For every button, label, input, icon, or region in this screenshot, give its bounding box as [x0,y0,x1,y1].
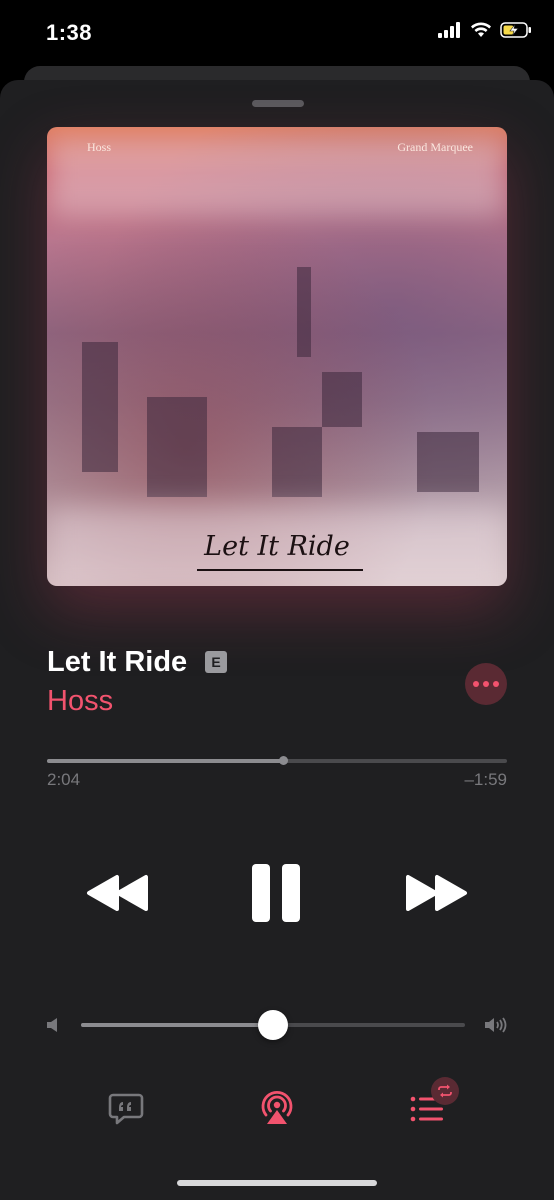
lyrics-icon [108,1093,144,1125]
artwork-building [82,342,118,472]
repeat-badge[interactable] [431,1077,459,1105]
volume-high-icon [485,1017,507,1033]
volume-slider[interactable] [81,1010,465,1040]
pause-icon [252,864,300,922]
cellular-signal-icon [438,22,460,38]
sheet-grabber[interactable] [252,100,304,107]
volume-fill [81,1023,273,1027]
more-dot [483,681,489,687]
more-dot [493,681,499,687]
repeat-icon [438,1084,452,1098]
airplay-button[interactable] [258,1090,296,1126]
artwork-building [272,427,322,497]
pause-button[interactable] [250,862,304,924]
artwork-building [322,372,362,427]
rewind-icon [87,875,148,911]
time-elapsed: 2:04 [47,770,81,789]
time-remaining: –1:59 [464,770,507,789]
status-time: 1:38 [46,20,93,45]
rewind-button[interactable] [86,873,150,913]
more-options-button[interactable] [465,663,507,705]
explicit-badge: E [205,651,227,673]
scrubber-fill [47,759,283,763]
lyrics-button[interactable] [108,1092,144,1126]
status-icons [438,22,532,38]
more-dot [473,681,479,687]
artwork-building [297,267,311,357]
scrubber-knob[interactable] [278,756,288,765]
volume-low-icon [47,1018,57,1032]
artwork-building [147,397,207,497]
home-indicator[interactable] [177,1180,377,1186]
artwork-title-text: Let It Ride [204,531,350,562]
artwork-title-underline [197,569,363,571]
volume-knob[interactable] [258,1010,288,1040]
album-artwork: Hoss Grand Marquee Let It Ride [47,127,507,586]
artwork-building [417,432,479,492]
wifi-icon [471,22,491,37]
battery-charging-icon [500,22,531,38]
song-title: Let It Ride [47,646,188,678]
status-bar: 1:38 [0,0,554,66]
artwork-artist-text: Hoss [87,140,112,154]
airplay-icon [261,1091,293,1124]
playback-scrubber[interactable] [47,756,507,765]
fast-forward-button[interactable] [404,873,468,913]
artwork-album-text: Grand Marquee [397,140,473,154]
fast-forward-icon [406,875,467,911]
artist-link[interactable]: Hoss [47,685,113,718]
